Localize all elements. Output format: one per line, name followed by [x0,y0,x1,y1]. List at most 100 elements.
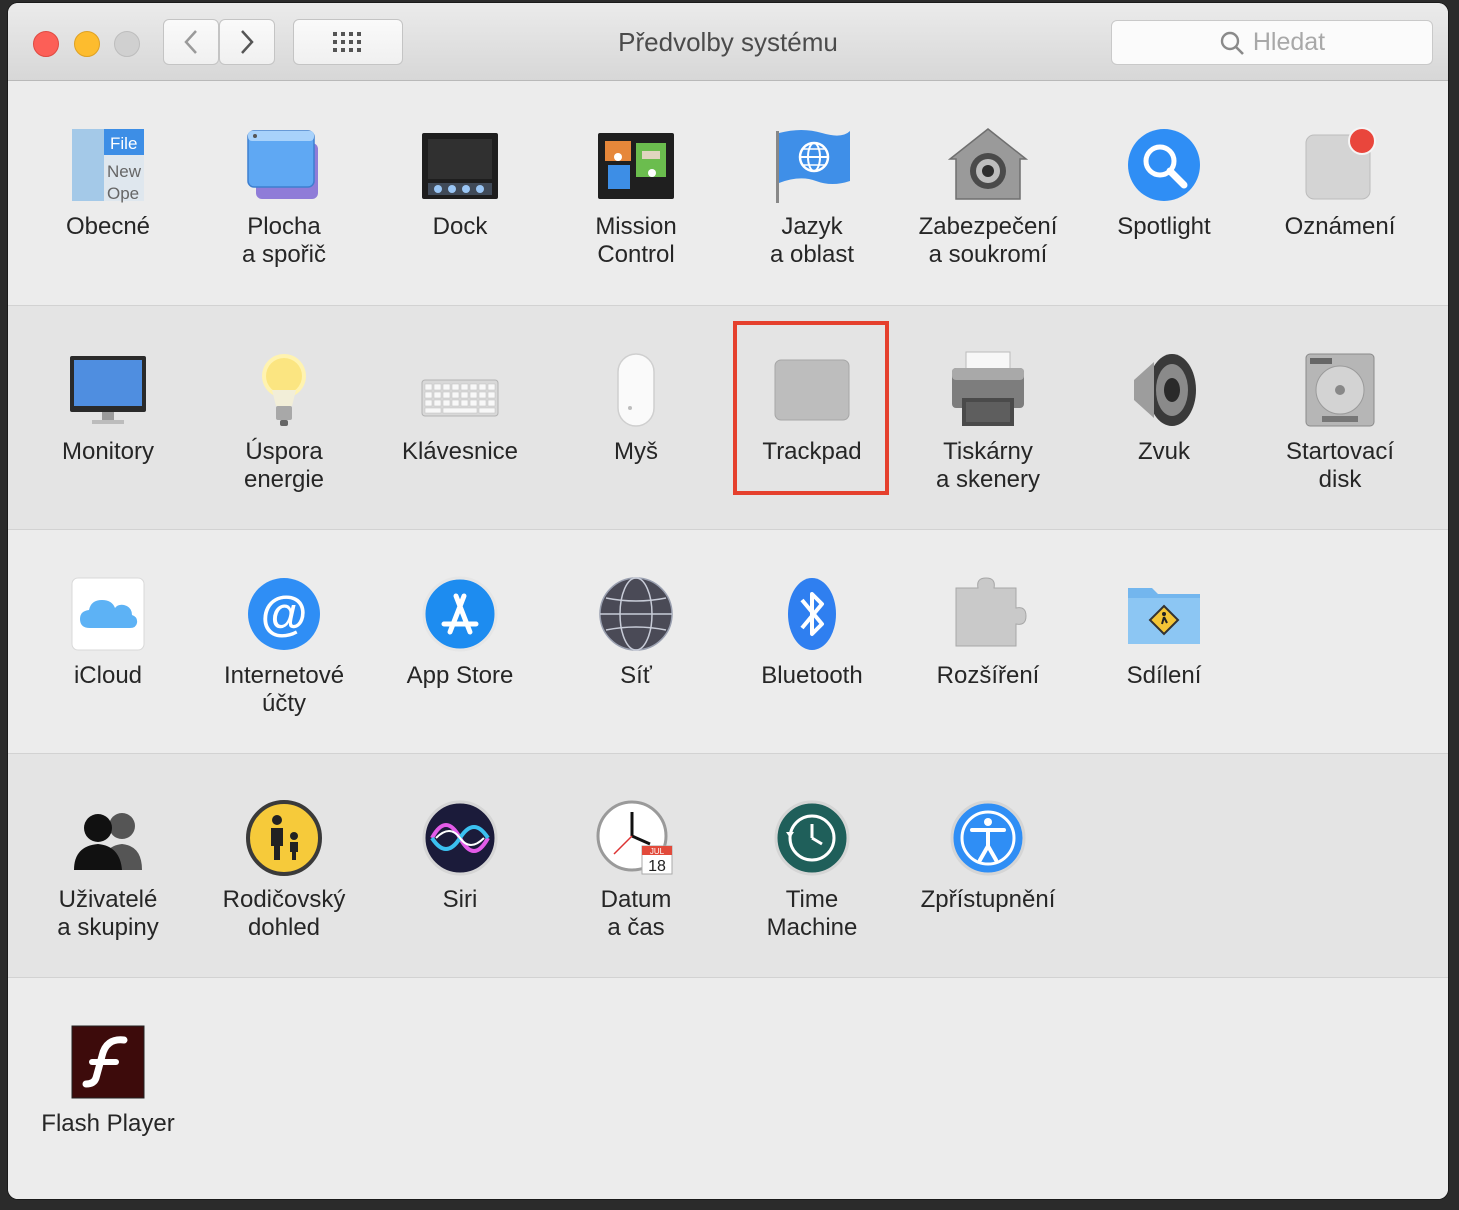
search-placeholder: Hledat [1252,28,1326,56]
pane-section-2: Monitory Úspora energie Klávesnice Myš T… [8,306,1448,530]
displays-monitor-icon [70,356,146,424]
pane-label: Mission Control [595,213,677,268]
pane-label: Úspora energie [243,438,325,493]
accessibility-icon [950,800,1026,876]
pane-label: Startovací disk [1285,438,1395,493]
pane-label: Oznámení [1284,213,1396,240]
pane-label: Tiskárny a skenery [935,438,1041,493]
pane-printers-scanners[interactable]: Tiskárny a skenery [900,350,1076,550]
pane-label: Uživatelé a skupiny [57,886,159,941]
date-time-clock-icon: JUL 18 [596,800,673,875]
pane-label: Rozšíření [936,662,1040,689]
svg-text:Ope: Ope [107,184,139,203]
keyboard-icon [421,379,499,417]
mouse-icon [617,353,655,427]
pane-section-4: Uživatelé a skupiny Rodičovský dohled Si… [8,754,1448,978]
bluetooth-icon [788,578,836,650]
mission-control-icon [598,133,674,199]
icloud-icon [71,577,145,651]
pane-label: Myš [614,438,658,465]
pane-general[interactable]: File New Ope Obecné [20,125,196,325]
pane-date-time[interactable]: JUL 18 Datum a čas [548,798,724,998]
pane-label: App Store [406,662,514,689]
svg-text:File: File [110,134,137,153]
security-house-icon [948,128,1028,200]
pane-label: Internetové účty [223,662,345,717]
pane-label: Flash Player [41,1110,175,1137]
notifications-icon [1305,127,1376,200]
flash-player-icon [71,1025,145,1099]
parental-controls-icon [246,800,322,876]
svg-text:18: 18 [648,858,666,875]
sound-speaker-icon [1134,354,1196,426]
pane-accessibility[interactable]: Zpřístupnění [900,798,1076,998]
pane-siri[interactable]: Siri [372,798,548,998]
pane-flash-player[interactable]: Flash Player [20,1022,196,1199]
pane-section-3: iCloud @ Internetové účty App Store Síť … [8,530,1448,754]
extensions-puzzle-icon [955,577,1027,647]
pane-label: Spotlight [1117,213,1211,240]
users-groups-icon [74,813,142,870]
pane-sharing[interactable]: Sdílení [1076,574,1252,774]
pane-label: Datum a čas [600,886,672,941]
pane-parental-controls[interactable]: Rodičovský dohled [196,798,372,998]
pane-bluetooth[interactable]: Bluetooth [724,574,900,774]
pane-label: Zpřístupnění [920,886,1056,913]
pane-displays[interactable]: Monitory [20,350,196,550]
pane-label: Obecné [65,213,151,240]
pane-label: Klávesnice [401,438,519,465]
pane-label: Time Machine [766,886,858,941]
pane-language-region[interactable]: Jazyk a oblast [724,125,900,325]
pane-network[interactable]: Síť [548,574,724,774]
pane-internet-accounts[interactable]: @ Internetové účty [196,574,372,774]
pane-sound[interactable]: Zvuk [1076,350,1252,550]
pane-label: Plocha a spořič [241,213,327,268]
search-field[interactable]: Hledat [1111,20,1433,65]
pane-extensions[interactable]: Rozšíření [900,574,1076,774]
pane-label: Siri [442,886,478,913]
pane-security-privacy[interactable]: Zabezpečení a soukromí [900,125,1076,325]
time-machine-icon [774,800,850,876]
svg-text:JUL: JUL [650,847,665,856]
pane-notifications[interactable]: Oznámení [1252,125,1428,325]
pane-icloud[interactable]: iCloud [20,574,196,774]
svg-text:New: New [107,162,142,181]
pane-label: iCloud [73,662,143,689]
pane-users-groups[interactable]: Uživatelé a skupiny [20,798,196,998]
pane-label: Bluetooth [761,662,863,689]
pane-app-store[interactable]: App Store [372,574,548,774]
language-region-flag-icon [776,130,850,203]
pane-label: Jazyk a oblast [769,213,855,268]
pane-section-1: File New Ope Obecné Plocha a spořič Dock… [8,81,1448,306]
pane-dock[interactable]: Dock [372,125,548,325]
title-bar: Předvolby systému Hledat [8,3,1448,81]
pane-label: Monitory [61,438,155,465]
pane-desktop-screensaver[interactable]: Plocha a spořič [196,125,372,325]
general-icon: File New Ope [72,129,144,203]
pane-label: Zvuk [1137,438,1190,465]
dock-icon [422,133,498,199]
pane-startup-disk[interactable]: Startovací disk [1252,350,1428,550]
system-preferences-window: Předvolby systému Hledat File New Ope Ob… [8,3,1448,1199]
network-globe-icon [599,577,673,651]
internet-accounts-at-icon: @ [248,578,320,650]
energy-saver-bulb-icon [262,354,306,426]
pane-keyboard[interactable]: Klávesnice [372,350,548,550]
pane-mission-control[interactable]: Mission Control [548,125,724,325]
pane-label: Rodičovský dohled [222,886,346,941]
pane-label: Zabezpečení a soukromí [918,213,1058,268]
siri-icon [422,800,498,876]
pane-time-machine[interactable]: Time Machine [724,798,900,998]
pane-label: Dock [432,213,488,240]
pane-mouse[interactable]: Myš [548,350,724,550]
pane-label: Síť [620,662,652,689]
desktop-screensaver-icon [247,130,318,199]
printer-icon [952,351,1024,426]
spotlight-magnifier-icon [1128,129,1200,201]
trackpad-highlight-box [733,321,889,495]
pane-label: Sdílení [1126,662,1202,689]
search-icon [1220,31,1244,55]
pane-spotlight[interactable]: Spotlight [1076,125,1252,325]
pane-energy-saver[interactable]: Úspora energie [196,350,372,550]
app-store-icon [422,576,498,652]
